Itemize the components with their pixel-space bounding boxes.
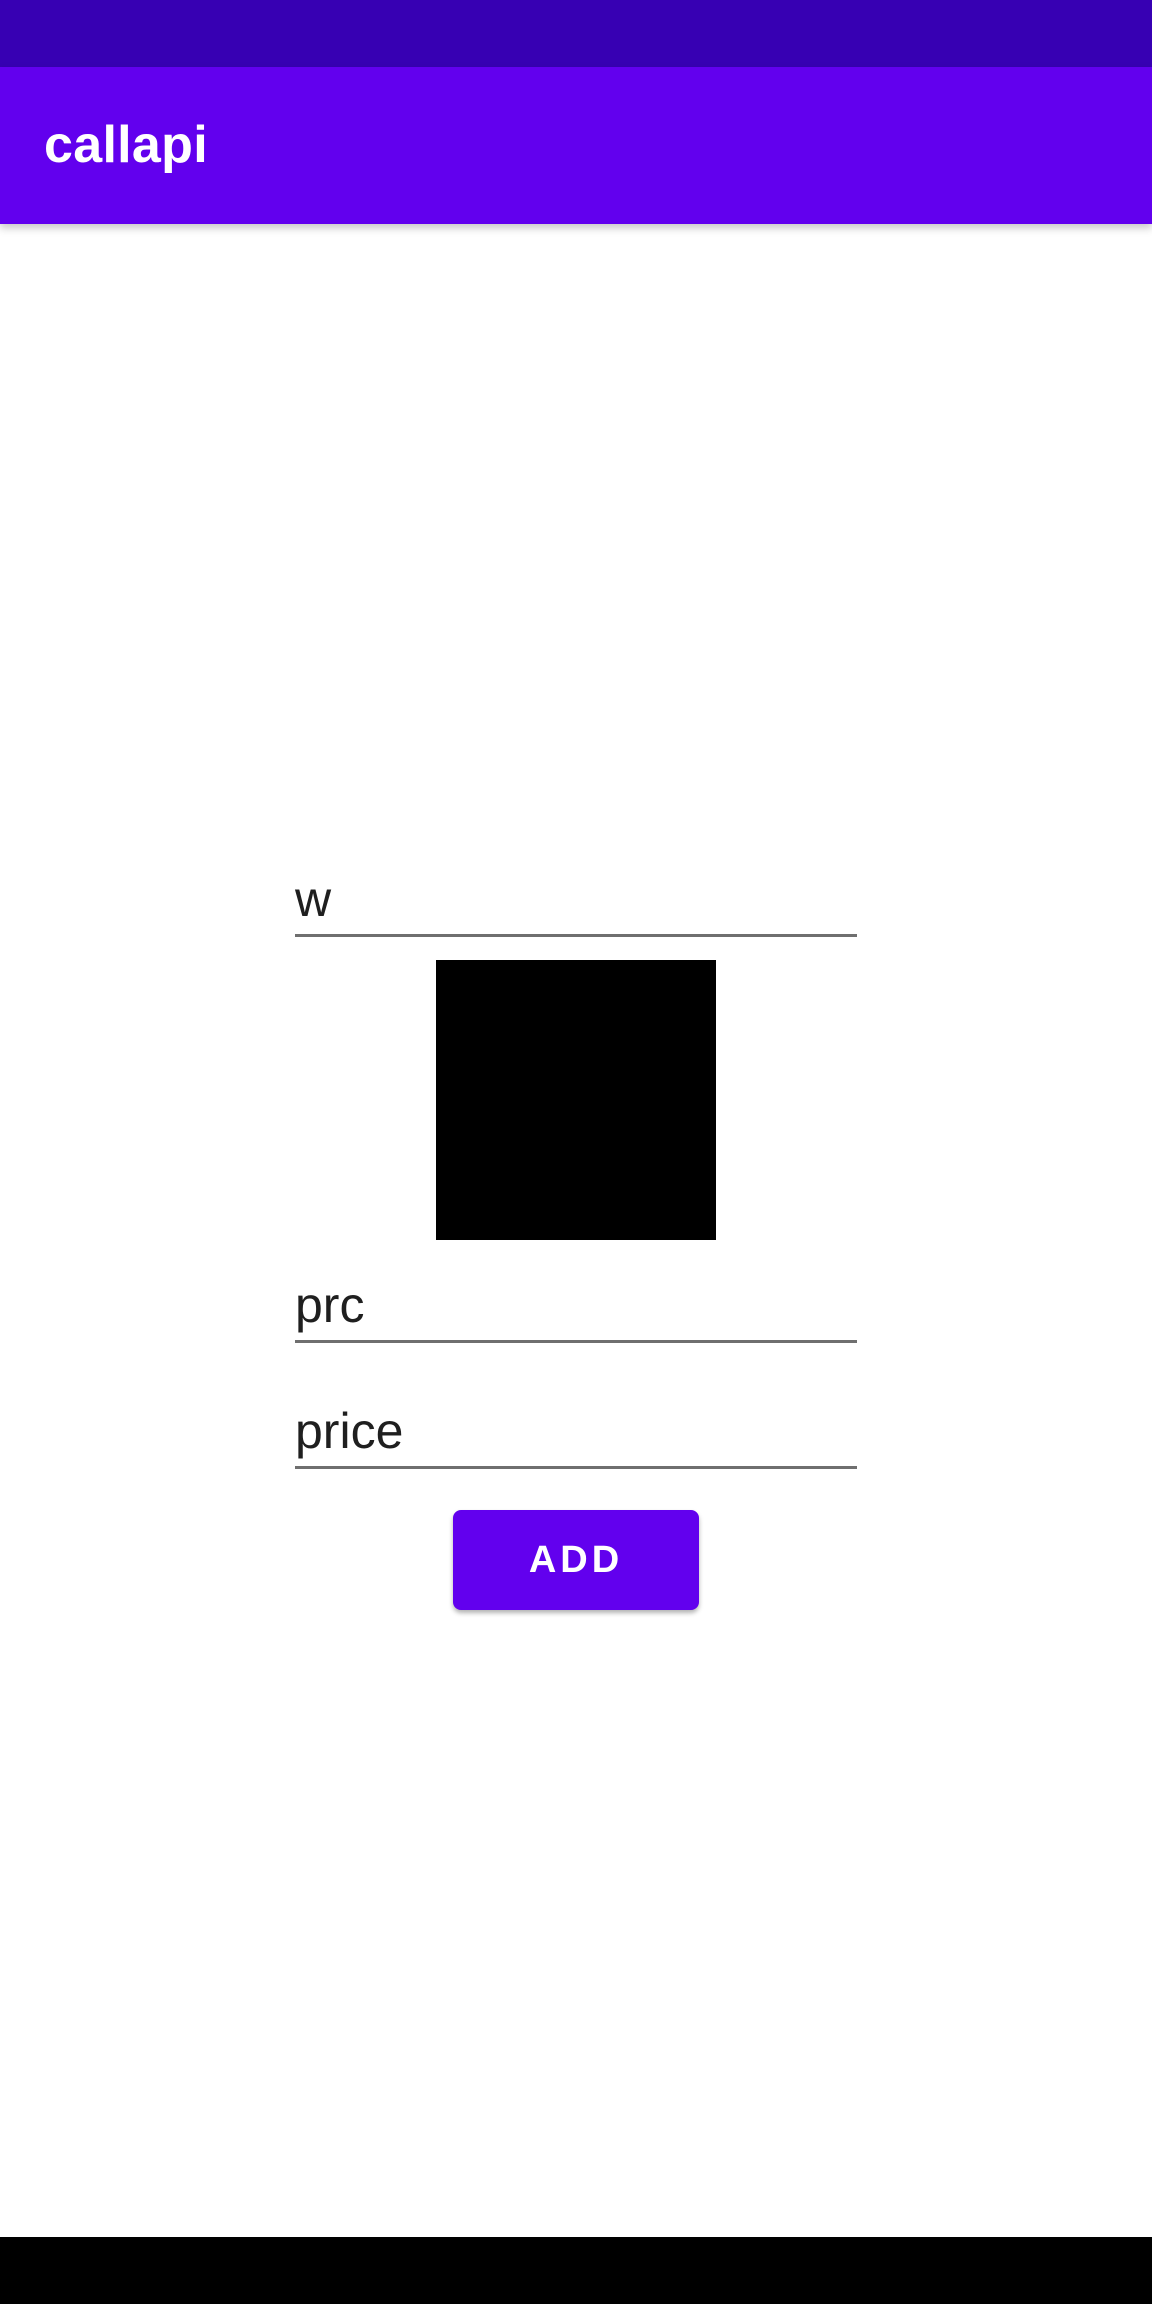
- price-input-value: price: [295, 1403, 404, 1459]
- navigation-bar: [0, 2237, 1152, 2304]
- name-input-value: w: [295, 871, 332, 927]
- prc-input[interactable]: prc: [295, 1274, 857, 1343]
- image-preview[interactable]: [436, 960, 716, 1240]
- main-content: w prc price ADD: [0, 224, 1152, 2237]
- app-bar: callapi: [0, 67, 1152, 224]
- add-button[interactable]: ADD: [453, 1510, 699, 1610]
- name-input[interactable]: w: [295, 868, 857, 937]
- price-input[interactable]: price: [295, 1400, 857, 1469]
- status-bar: [0, 0, 1152, 67]
- app-title: callapi: [44, 116, 208, 174]
- prc-input-value: prc: [295, 1277, 365, 1333]
